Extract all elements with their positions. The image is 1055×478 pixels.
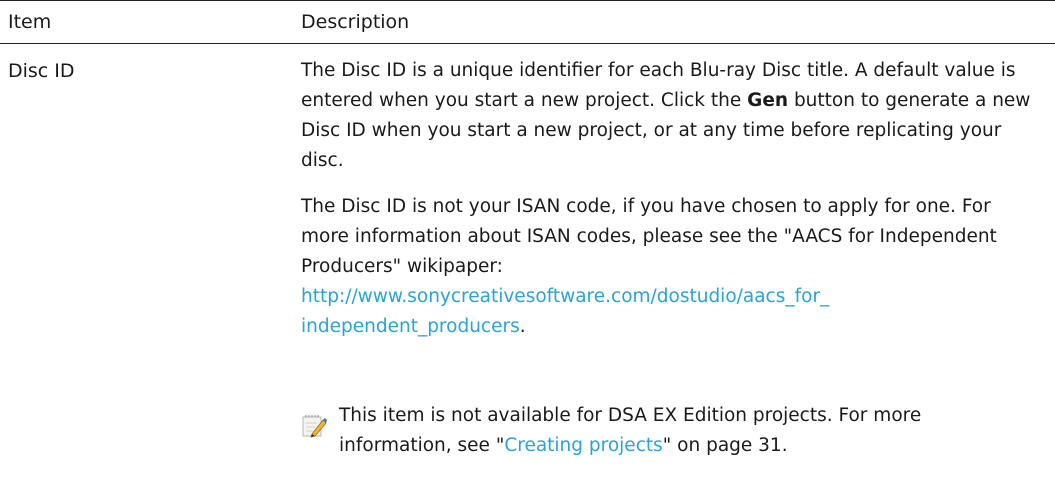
paragraph-2-text: The Disc ID is not your ISAN code, if yo…: [301, 196, 997, 277]
creating-projects-link[interactable]: Creating projects: [504, 435, 662, 456]
gen-button-reference: Gen: [747, 90, 789, 111]
note-pencil-icon: [301, 413, 327, 439]
column-header-item: Item: [8, 11, 52, 33]
column-header-description: Description: [301, 11, 410, 33]
note-text-b: " on page 31.: [662, 435, 788, 456]
description-paragraph-2: The Disc ID is not your ISAN code, if yo…: [301, 192, 1041, 342]
link-line-2[interactable]: independent_producers: [301, 316, 520, 337]
note-text: This item is not available for DSA EX Ed…: [339, 401, 1039, 461]
link-line-1[interactable]: http://www.sonycreativesoftware.com/dost…: [301, 286, 829, 307]
description-paragraph-1: The Disc ID is a unique identifier for e…: [301, 56, 1041, 176]
note-block: This item is not available for DSA EX Ed…: [301, 401, 1041, 471]
aacs-wikipaper-link[interactable]: http://www.sonycreativesoftware.com/dost…: [301, 286, 829, 337]
paragraph-2-end: .: [519, 316, 526, 337]
description-cell: The Disc ID is a unique identifier for e…: [301, 56, 1041, 342]
row-label-disc-id: Disc ID: [8, 60, 75, 82]
table-header-row: Item Description: [0, 0, 1055, 44]
